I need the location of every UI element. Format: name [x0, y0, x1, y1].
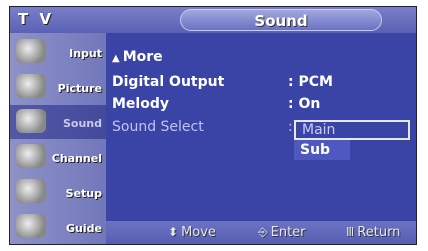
- more-label: More: [122, 49, 163, 65]
- digital-output-row[interactable]: Digital Output : PCM: [112, 74, 412, 94]
- row-label: Digital Output: [112, 74, 225, 90]
- tv-label: T V: [18, 10, 55, 28]
- sidebar-item-sound[interactable]: Sound: [10, 105, 106, 139]
- return-hint: Ⅲ Return: [346, 225, 400, 240]
- sidebar-item-label: Setup: [65, 187, 102, 200]
- sidebar-item-label: Sound: [62, 117, 102, 130]
- move-label: Move: [181, 225, 216, 240]
- channel-icon: [16, 144, 46, 168]
- header-bar: T V Sound: [10, 7, 416, 33]
- guide-icon: [16, 214, 46, 238]
- sidebar-item-input[interactable]: Input: [10, 35, 106, 69]
- row-value: : PCM: [288, 74, 333, 90]
- row-value: : On: [288, 96, 321, 112]
- up-arrow-icon: ▲: [112, 53, 120, 64]
- enter-hint: ⎆ Enter: [258, 225, 306, 240]
- sidebar-item-label: Input: [69, 47, 102, 60]
- tv-osd-screen: T V Sound Input Picture Sound Channel Se…: [9, 6, 417, 245]
- sidebar-item-guide[interactable]: Guide: [10, 210, 106, 244]
- option-sub[interactable]: Sub: [294, 140, 350, 160]
- more-row[interactable]: ▲ More: [112, 49, 412, 69]
- enter-label: Enter: [270, 225, 306, 240]
- sidebar-item-label: Picture: [57, 82, 102, 95]
- sidebar-item-setup[interactable]: Setup: [10, 175, 106, 209]
- footer-bar: ⬍ Move ⎆ Enter Ⅲ Return: [106, 221, 416, 244]
- title-pill: Sound: [180, 9, 382, 31]
- sidebar-item-picture[interactable]: Picture: [10, 70, 106, 104]
- melody-row[interactable]: Melody : On: [112, 96, 412, 116]
- sidebar: Input Picture Sound Channel Setup Guide: [10, 33, 106, 244]
- enter-icon: ⎆: [258, 225, 268, 239]
- sidebar-item-label: Channel: [51, 152, 102, 165]
- setup-icon: [16, 179, 46, 203]
- row-label: Sound Select: [112, 119, 204, 135]
- return-icon: Ⅲ: [346, 225, 355, 239]
- return-label: Return: [357, 225, 401, 240]
- sound-select-dropdown[interactable]: Main Sub: [294, 120, 410, 160]
- move-hint: ⬍ Move: [168, 225, 216, 240]
- picture-icon: [16, 74, 46, 98]
- option-main[interactable]: Main: [294, 120, 410, 140]
- move-arrows-icon: ⬍: [168, 225, 179, 239]
- menu-content: ▲ More Digital Output : PCM Melody : On S…: [112, 37, 414, 217]
- menu-title: Sound: [254, 12, 308, 30]
- sound-icon: [16, 109, 46, 133]
- row-value: :: [288, 119, 293, 135]
- sidebar-item-label: Guide: [66, 222, 102, 235]
- row-label: Melody: [112, 96, 169, 112]
- input-icon: [16, 39, 46, 63]
- sidebar-item-channel[interactable]: Channel: [10, 140, 106, 174]
